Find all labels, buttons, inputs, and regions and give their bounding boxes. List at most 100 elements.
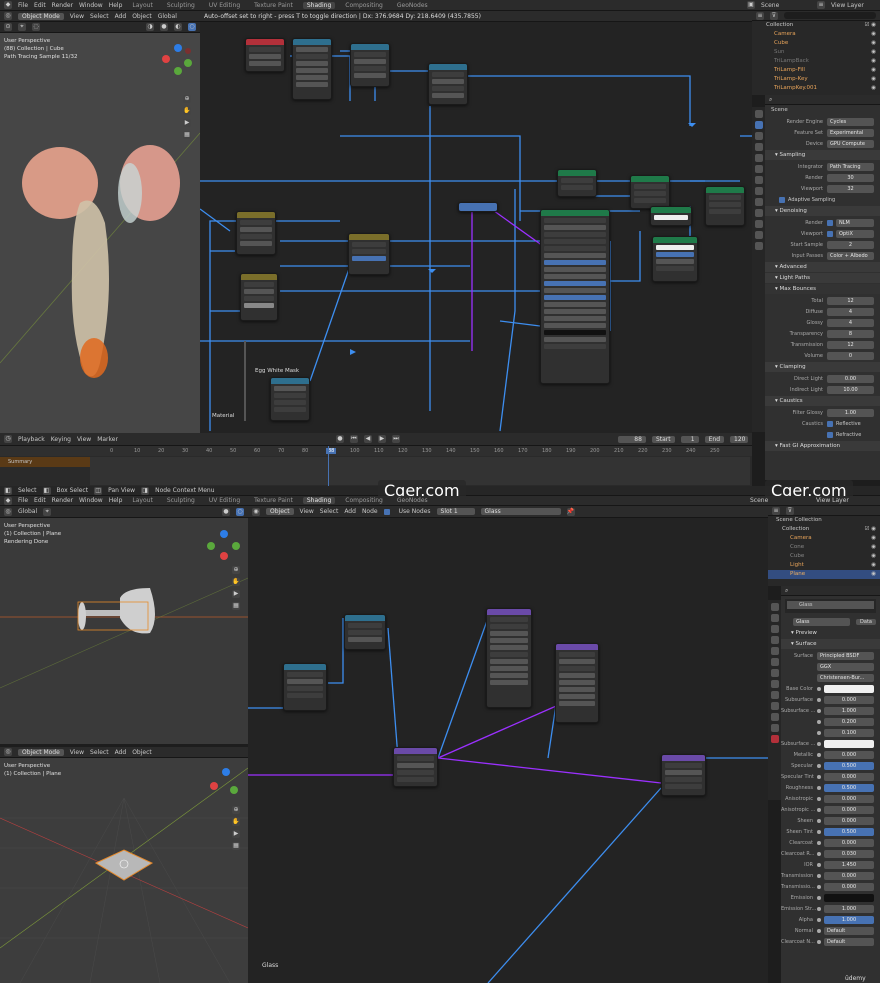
denoising-panel[interactable]: Denoising	[765, 206, 880, 216]
viewport-menu-object[interactable]: Object	[132, 13, 152, 20]
bounce-transparency-field[interactable]: 8	[827, 329, 874, 338]
object-tab-icon[interactable]	[754, 176, 763, 184]
tab-sculpting[interactable]: Sculpting	[163, 497, 199, 504]
tab-compositing[interactable]: Compositing	[341, 2, 387, 9]
node-reroute-purple[interactable]	[458, 202, 498, 212]
overlay-icon[interactable]: ◑	[146, 23, 154, 31]
constraint-tab-icon[interactable]	[754, 220, 763, 228]
material-property-field[interactable]: 1.000	[824, 706, 874, 715]
node-mix-1[interactable]	[236, 211, 276, 255]
menu-edit[interactable]: Edit	[34, 497, 46, 504]
physics-tab-icon[interactable]	[770, 702, 779, 710]
rendered-shading-icon[interactable]: ○	[188, 23, 196, 31]
node-vector-rotate[interactable]	[486, 608, 532, 708]
constraint-tab-icon[interactable]	[770, 713, 779, 721]
socket-dot-icon[interactable]	[817, 873, 821, 878]
tab-compositing[interactable]: Compositing	[341, 497, 387, 504]
object-mode-dropdown[interactable]: Object Mode	[18, 748, 64, 756]
material-property-field[interactable]	[824, 739, 874, 748]
clamping-panel[interactable]: Clamping	[765, 362, 880, 372]
camera-view-icon[interactable]: ▶	[232, 590, 240, 598]
material-name-field[interactable]: Glass	[793, 617, 851, 626]
node-menu-node[interactable]: Node	[362, 508, 378, 515]
outliner-item[interactable]: Camera ◉	[768, 534, 880, 543]
direct-light-field[interactable]: 0.00	[827, 374, 874, 383]
refractive-checkbox[interactable]	[827, 431, 833, 438]
navigation-gizmo[interactable]	[204, 766, 244, 806]
material-property-field[interactable]	[824, 684, 874, 693]
outliner-item[interactable]: Cube ◉	[752, 39, 880, 48]
max-bounces-panel[interactable]: Max Bounces	[765, 284, 880, 294]
navigation-gizmo[interactable]	[158, 41, 198, 81]
tab-layout[interactable]: Layout	[128, 497, 156, 504]
render-engine-dropdown[interactable]: Cycles	[827, 117, 874, 126]
view-layer-tab-icon[interactable]	[770, 636, 779, 644]
bounce-transmission-field[interactable]: 12	[827, 340, 874, 349]
timeline-playhead[interactable]	[328, 446, 329, 486]
material-property-field[interactable]: 0.000	[824, 871, 874, 880]
solid-shading-icon[interactable]: ●	[222, 507, 230, 516]
jump-start-icon[interactable]: ⏮	[349, 435, 358, 443]
scene-selector[interactable]: Scene	[761, 2, 811, 9]
node-map-range[interactable]	[292, 38, 332, 100]
scene-selector[interactable]: Scene	[750, 497, 810, 504]
socket-dot-icon[interactable]	[817, 763, 821, 768]
tab-geonodes[interactable]: GeoNodes	[393, 2, 432, 9]
material-property-field[interactable]: 0.000	[824, 882, 874, 891]
node-menu-view[interactable]: View	[300, 508, 314, 515]
bounce-glossy-field[interactable]: 4	[827, 318, 874, 327]
material-slot-item[interactable]: Glass	[787, 601, 874, 609]
filter-icon[interactable]: ⊽	[770, 11, 778, 20]
material-property-field[interactable]: 1.000	[824, 915, 874, 924]
outliner-item[interactable]: Cube ◉	[768, 552, 880, 561]
proportional-icon[interactable]: ◌	[32, 23, 40, 31]
tab-layout[interactable]: Layout	[128, 2, 156, 9]
scene-tab-icon[interactable]	[770, 647, 779, 655]
socket-dot-icon[interactable]	[817, 697, 821, 702]
outliner-scene-collection[interactable]: Scene Collection	[768, 516, 880, 525]
surface-panel[interactable]: Surface	[781, 639, 880, 649]
reflective-checkbox[interactable]	[827, 420, 833, 427]
material-property-field[interactable]: Default	[824, 937, 874, 946]
editor-type-icon[interactable]: ◎	[4, 507, 12, 516]
outliner-editor-icon[interactable]: ≡	[756, 11, 764, 20]
outliner-item-selected[interactable]: Plane ◉	[768, 570, 880, 579]
zoom-icon[interactable]: ⊕	[232, 806, 240, 814]
grid-view-icon[interactable]: ▦	[232, 602, 240, 610]
pan-icon[interactable]: ✋	[183, 107, 191, 115]
world-tab-icon[interactable]	[754, 165, 763, 173]
socket-dot-icon[interactable]	[817, 818, 821, 823]
start-sample-field[interactable]: 2	[827, 240, 874, 249]
viewport-menu-view[interactable]: View	[70, 749, 84, 756]
material-property-field[interactable]: 0.000	[824, 794, 874, 803]
bounce-total-field[interactable]: 12	[827, 296, 874, 305]
node-combine-xyz[interactable]	[344, 614, 386, 650]
snap-icon[interactable]: ⌖	[18, 23, 26, 31]
socket-dot-icon[interactable]	[817, 829, 821, 834]
viewport-menu-add[interactable]: Add	[115, 13, 127, 20]
grid-view-icon[interactable]: ▦	[232, 842, 240, 850]
grid-view-icon[interactable]: ▦	[183, 131, 191, 139]
socket-dot-icon[interactable]	[817, 917, 821, 922]
outliner-item[interactable]: Sun ◉	[752, 48, 880, 57]
feature-set-dropdown[interactable]: Experimental	[827, 128, 874, 137]
indirect-light-field[interactable]: 10.00	[827, 385, 874, 394]
socket-dot-icon[interactable]	[817, 686, 821, 691]
node-editor-bottom[interactable]: Glass	[248, 518, 768, 983]
end-frame-field[interactable]: 120	[730, 435, 749, 443]
data-tab-icon[interactable]	[770, 724, 779, 732]
outliner-item[interactable]: Camera ◉	[752, 30, 880, 39]
physics-tab-icon[interactable]	[754, 209, 763, 217]
material-property-field[interactable]: Default	[824, 926, 874, 935]
outliner-collection[interactable]: Collection ☑ ◉	[752, 21, 880, 30]
object-mode-dropdown[interactable]: Object Mode	[18, 12, 64, 20]
timeline-body[interactable]: 0 10 20 30 40 50 60 70 80 88 100 110 120 130 140 150 160…	[0, 446, 752, 486]
node-vector-subtract[interactable]	[661, 754, 706, 796]
sampling-panel[interactable]: Sampling	[765, 150, 880, 160]
input-passes-dropdown[interactable]: Color + Albedo	[827, 251, 874, 260]
pivot-icon[interactable]: ⊙	[4, 23, 12, 31]
slot-dropdown[interactable]: Slot 1	[436, 508, 475, 515]
shader-type-dropdown[interactable]: Object	[266, 508, 294, 515]
outliner-item[interactable]: TriLamp-Fill ◉	[752, 66, 880, 75]
menu-edit[interactable]: Edit	[34, 2, 46, 9]
